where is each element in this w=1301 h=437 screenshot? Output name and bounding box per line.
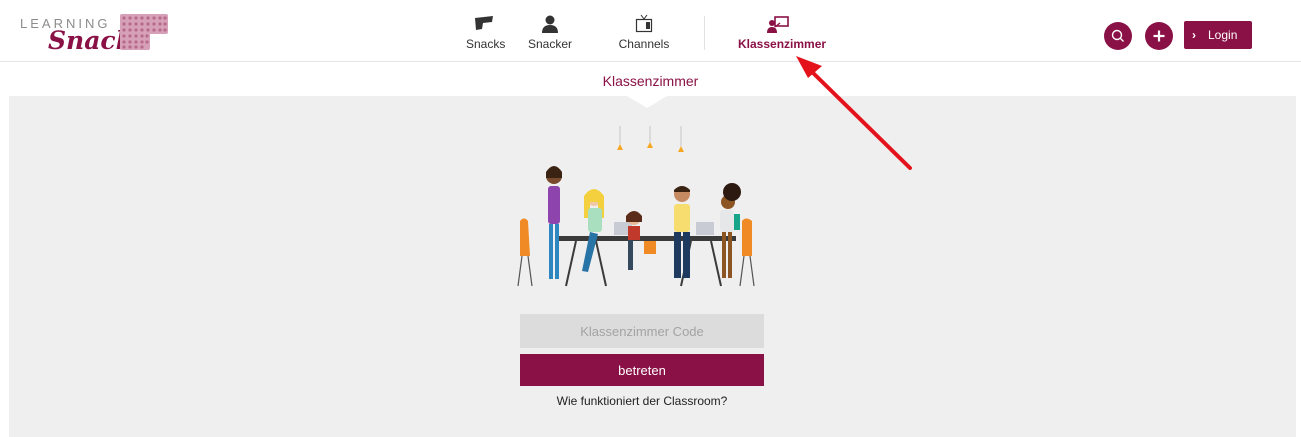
snack-icon [475,16,493,30]
login-label: Login [1208,28,1238,42]
classroom-illustration [517,126,755,287]
enter-classroom-button[interactable]: betreten [520,354,764,386]
classroom-help-link[interactable]: Wie funktioniert der Classroom? [520,394,764,408]
add-button[interactable] [1145,22,1173,50]
nav-label-snacker: Snacker [528,37,573,51]
classroom-panel: betreten Wie funktioniert der Classroom? [9,96,1296,437]
nav-item-snacker[interactable]: Snacker [528,14,572,51]
page-title: Klassenzimmer [602,73,699,89]
nav-label-snacks: Snacks [466,37,506,51]
login-button[interactable]: › Login [1184,21,1252,49]
nav-label-klassenzimmer: Klassenzimmer [738,37,827,51]
plus-icon [1153,30,1165,42]
enter-button-label: betreten [618,362,666,378]
section-title-bar: Klassenzimmer [0,62,1301,96]
nav-item-klassenzimmer[interactable]: Klassenzimmer [738,14,827,51]
search-button[interactable] [1104,22,1132,50]
title-notch [627,96,667,108]
nav-item-channels[interactable]: Channels [618,14,670,51]
nav-item-snacks[interactable]: Snacks [466,14,506,51]
logo-pattern-icon [120,14,168,50]
classroom-icon [767,16,789,33]
nav-divider [704,16,705,50]
chevron-right-icon: › [1192,28,1196,42]
nav-label-channels: Channels [618,37,670,51]
page: LEARNING Snacks Snacks Snacker Channels … [0,0,1301,437]
top-header: LEARNING Snacks Snacks Snacker Channels … [0,0,1301,62]
learningsnacks-logo[interactable]: LEARNING Snacks [20,12,170,56]
user-icon [542,15,558,33]
classroom-code-input[interactable] [520,314,764,348]
tv-icon [635,14,653,33]
hanging-lamps [617,126,684,152]
search-icon [1111,29,1124,42]
